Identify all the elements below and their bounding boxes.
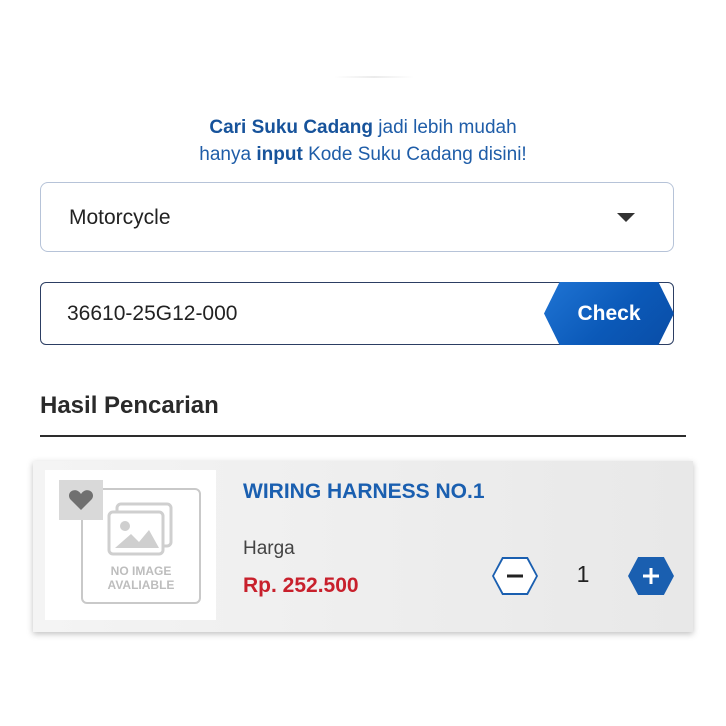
decrease-quantity-inner	[494, 559, 536, 593]
heart-icon	[68, 490, 94, 510]
price-value: Rp. 252.500	[243, 574, 359, 597]
vehicle-type-select[interactable]: Motorcycle	[40, 182, 674, 252]
part-name[interactable]: WIRING HARNESS NO.1	[243, 480, 485, 504]
image-placeholder-icon	[107, 502, 173, 556]
check-button-label: Check	[577, 301, 641, 325]
intro-text-3: Kode Suku Cadang disini!	[308, 144, 527, 165]
results-title: Hasil Pencarian	[40, 392, 219, 419]
minus-icon	[507, 574, 523, 578]
search-intro-text: Cari Suku Cadang jadi lebih mudah hanya …	[0, 114, 726, 168]
increase-quantity-button[interactable]	[628, 557, 674, 595]
results-divider	[40, 435, 686, 437]
quantity-value[interactable]: 1	[553, 561, 613, 588]
vehicle-type-value: Motorcycle	[69, 206, 171, 229]
intro-text-1: jadi lebih mudah	[378, 117, 517, 138]
price-label: Harga	[243, 538, 295, 559]
intro-text-2: hanya	[199, 144, 252, 165]
product-thumbnail: NO IMAGE AVALIABLE	[45, 470, 216, 620]
result-card[interactable]: NO IMAGE AVALIABLE WIRING HARNESS NO.1 H…	[33, 461, 693, 632]
check-button[interactable]: Check	[544, 282, 674, 345]
intro-highlight-cari: Cari Suku Cadang	[209, 117, 373, 138]
decrease-quantity-button[interactable]	[492, 557, 538, 595]
chevron-down-icon	[617, 213, 635, 222]
top-divider	[334, 76, 414, 78]
intro-highlight-input: input	[256, 144, 303, 165]
intro-line-2: hanya input Kode Suku Cadang disini!	[0, 141, 726, 168]
favorite-button[interactable]	[59, 480, 103, 520]
plus-icon	[643, 568, 659, 584]
no-image-text: NO IMAGE AVALIABLE	[107, 564, 175, 592]
intro-line-1: Cari Suku Cadang jadi lebih mudah	[0, 114, 726, 141]
part-code-input[interactable]	[67, 300, 527, 328]
